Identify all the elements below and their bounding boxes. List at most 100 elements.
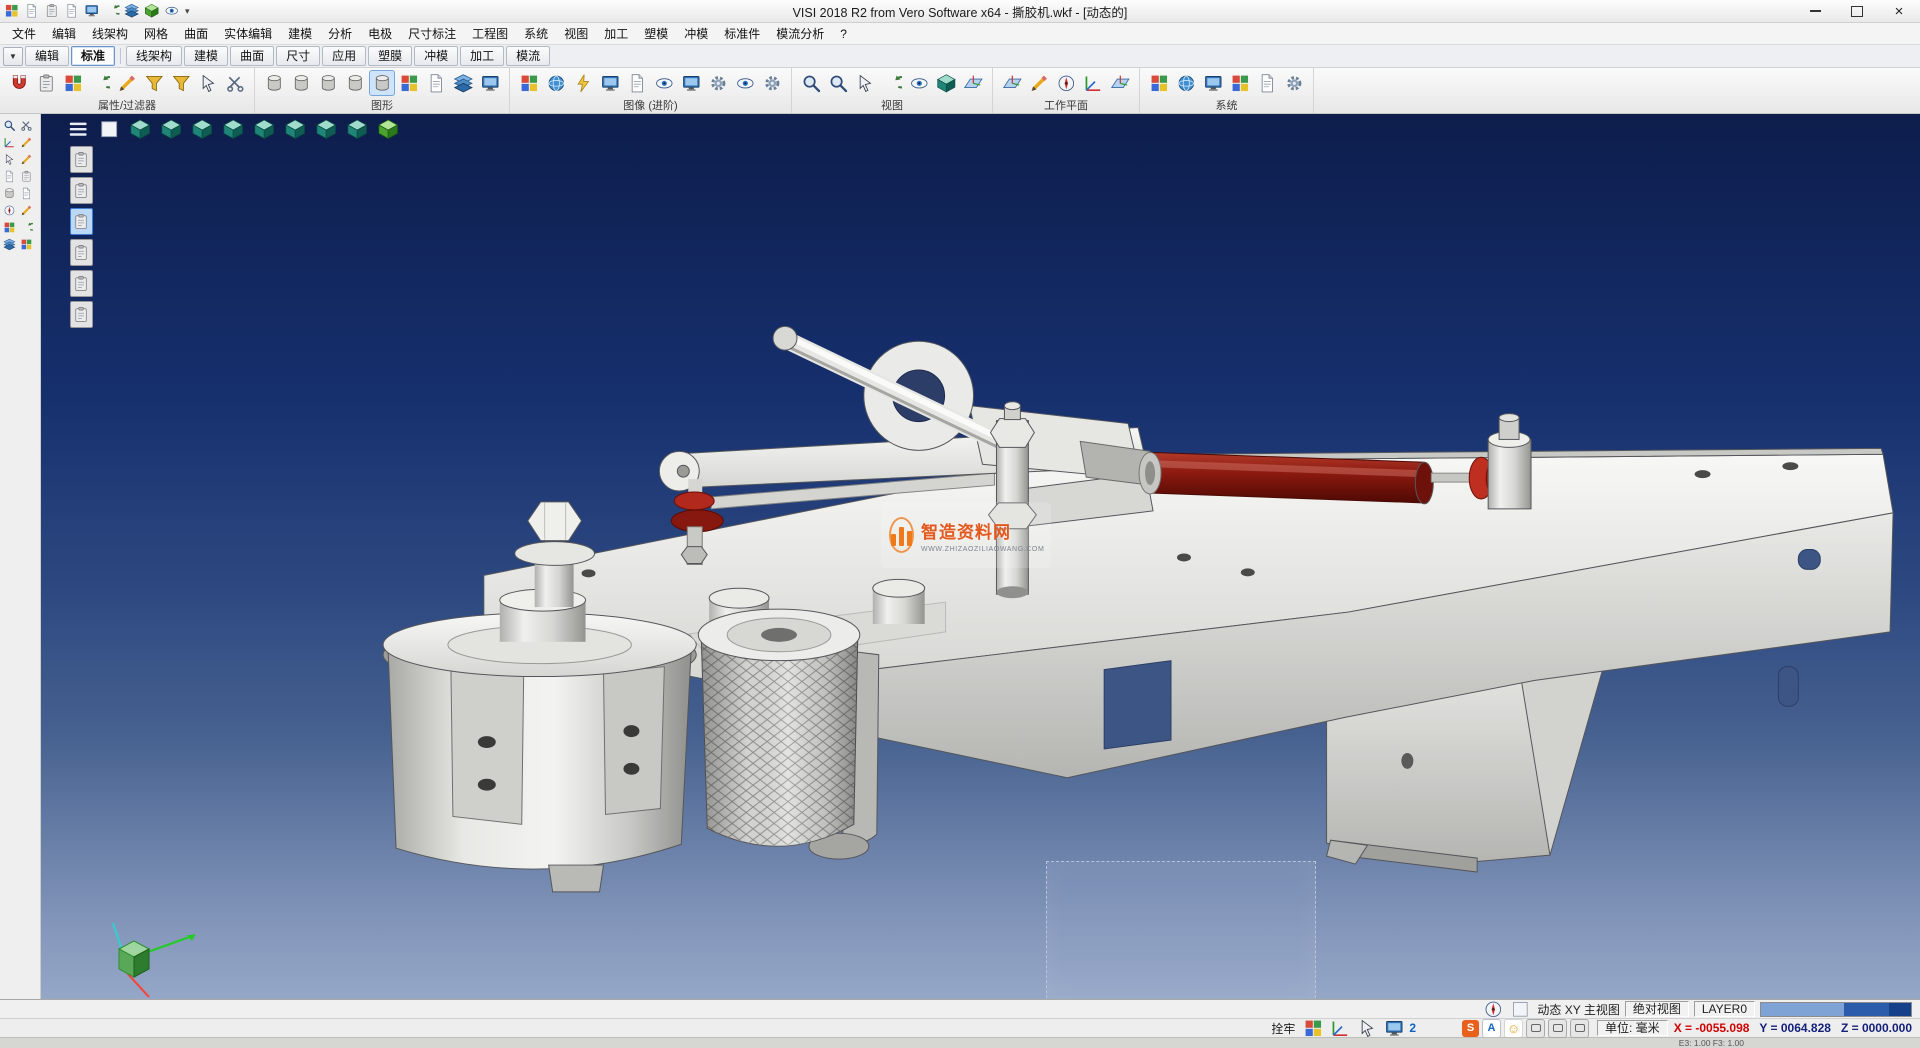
- render-settings-icon[interactable]: [478, 71, 502, 95]
- ime-toolbox-icon[interactable]: [1570, 1019, 1589, 1038]
- axon-view-5-icon[interactable]: [251, 116, 277, 142]
- viewport[interactable]: 智造资料网 WWW.ZHIZAOZILIAOWANG.COM: [41, 114, 1920, 999]
- minimize-button[interactable]: [1794, 1, 1836, 22]
- open-file-icon[interactable]: [43, 2, 61, 20]
- hatch-icon[interactable]: [2, 220, 17, 235]
- tab-surface[interactable]: 曲面: [230, 46, 274, 66]
- glasses-icon[interactable]: [907, 71, 931, 95]
- material-icon[interactable]: [544, 71, 568, 95]
- zoom-window-icon[interactable]: [826, 71, 850, 95]
- trim-scissors-icon[interactable]: [19, 118, 34, 133]
- axon-view-8-icon[interactable]: [344, 116, 370, 142]
- new-document-icon[interactable]: [23, 2, 41, 20]
- shaded-iso-view-icon[interactable]: [375, 116, 401, 142]
- solid-cylinder-icon[interactable]: [2, 186, 17, 201]
- filter-selection-icon[interactable]: [196, 71, 220, 95]
- menu-item-moldflow[interactable]: 模流分析: [768, 23, 832, 44]
- menu-item-wireframe[interactable]: 线架构: [84, 23, 136, 44]
- ime-language-icon[interactable]: A: [1482, 1019, 1501, 1038]
- menu-item-drafting[interactable]: 工程图: [464, 23, 516, 44]
- plan-view-icon[interactable]: [96, 116, 122, 142]
- axon-view-4-icon[interactable]: [220, 116, 246, 142]
- menu-item-solid-edit[interactable]: 实体编辑: [216, 23, 280, 44]
- paint-icon[interactable]: [19, 237, 34, 252]
- axon-view-6-icon[interactable]: [282, 116, 308, 142]
- preview-icon[interactable]: [163, 2, 181, 20]
- dimension-icon[interactable]: [19, 203, 34, 218]
- import-icon[interactable]: [103, 2, 121, 20]
- tab-application[interactable]: 应用: [322, 46, 366, 66]
- align-plane-icon[interactable]: [1108, 71, 1132, 95]
- tab-dimension[interactable]: 尺寸: [276, 46, 320, 66]
- workspace-icon[interactable]: [143, 2, 161, 20]
- tab-die[interactable]: 冲模: [414, 46, 458, 66]
- close-button[interactable]: ×: [1878, 1, 1920, 22]
- origin-axes-icon[interactable]: [1081, 71, 1105, 95]
- snapshot-icon[interactable]: [679, 71, 703, 95]
- swap-attributes-icon[interactable]: [88, 71, 112, 95]
- grid-settings-icon[interactable]: [1228, 71, 1252, 95]
- selection-list-4-icon[interactable]: [70, 239, 93, 266]
- menu-item-machining[interactable]: 加工: [596, 23, 636, 44]
- texture-icon[interactable]: [517, 71, 541, 95]
- bounding-box-icon[interactable]: [397, 71, 421, 95]
- hidden-line-icon[interactable]: [316, 71, 340, 95]
- animation-icon[interactable]: [706, 71, 730, 95]
- menu-item-system[interactable]: 系统: [516, 23, 556, 44]
- notification-badge[interactable]: 2: [1406, 1021, 1419, 1035]
- title-bar[interactable]: ▾ VISI 2018 R2 from Vero Software x64 - …: [0, 0, 1920, 23]
- system-gear-icon[interactable]: [1282, 71, 1306, 95]
- selection-list-2-icon[interactable]: [70, 177, 93, 204]
- tab-dropdown-button[interactable]: ▼: [3, 47, 23, 66]
- wireframe-mode-icon[interactable]: [262, 71, 286, 95]
- compass-icon[interactable]: [1054, 71, 1078, 95]
- selection-list-1-icon[interactable]: [70, 146, 93, 173]
- zoom-all-icon[interactable]: [799, 71, 823, 95]
- layer-stack-icon[interactable]: [451, 71, 475, 95]
- active-layer-cell[interactable]: LAYER0: [1694, 1001, 1755, 1017]
- absolute-view-cell[interactable]: 绝对视图: [1625, 1001, 1689, 1017]
- ghost-mode-icon[interactable]: [343, 71, 367, 95]
- clipboard-icon[interactable]: [19, 169, 34, 184]
- background-icon[interactable]: [625, 71, 649, 95]
- menu-item-modeling[interactable]: 建模: [280, 23, 320, 44]
- sheet-icon[interactable]: [2, 169, 17, 184]
- layers-icon[interactable]: [2, 237, 17, 252]
- edit-attributes-icon[interactable]: [115, 71, 139, 95]
- axon-view-2-icon[interactable]: [158, 116, 184, 142]
- filter-icon[interactable]: [142, 71, 166, 95]
- move-cursor-icon[interactable]: [2, 152, 17, 167]
- tab-moldflow[interactable]: 模流: [506, 46, 550, 66]
- layers-manager-icon[interactable]: [123, 2, 141, 20]
- rotate-view-icon[interactable]: [880, 71, 904, 95]
- axon-view-3-icon[interactable]: [189, 116, 215, 142]
- tab-standard[interactable]: 标准: [71, 46, 115, 66]
- shadow-icon[interactable]: [598, 71, 622, 95]
- tab-modeling[interactable]: 建模: [184, 46, 228, 66]
- highlight-mode-icon[interactable]: [370, 71, 394, 95]
- menu-item-mesh[interactable]: 网格: [136, 23, 176, 44]
- magnet-icon[interactable]: [7, 71, 31, 95]
- maximize-button[interactable]: [1836, 1, 1878, 22]
- monitor-icon[interactable]: [1201, 71, 1225, 95]
- view-mode-label[interactable]: 动态 XY 主视图: [1537, 1001, 1619, 1018]
- drawing-sheet-icon[interactable]: [424, 71, 448, 95]
- app-icon[interactable]: [3, 2, 21, 20]
- sketch-pencil-icon[interactable]: [19, 135, 34, 150]
- view-cube-icon[interactable]: [934, 71, 958, 95]
- tab-molding[interactable]: 塑膜: [368, 46, 412, 66]
- menu-item-analysis[interactable]: 分析: [320, 23, 360, 44]
- print-icon[interactable]: [83, 2, 101, 20]
- match-color-icon[interactable]: [61, 71, 85, 95]
- undo-icon[interactable]: [19, 220, 34, 235]
- axon-view-1-icon[interactable]: [127, 116, 153, 142]
- menu-item-die[interactable]: 冲模: [676, 23, 716, 44]
- properties-icon[interactable]: [34, 71, 58, 95]
- globe-icon[interactable]: [1174, 71, 1198, 95]
- edit-pen-icon[interactable]: [19, 152, 34, 167]
- menu-item-edit[interactable]: 编辑: [44, 23, 84, 44]
- selection-list-3-icon[interactable]: [70, 208, 93, 235]
- snap-lock-label[interactable]: 拴牢: [1271, 1020, 1295, 1037]
- menu-item-file[interactable]: 文件: [4, 23, 44, 44]
- microphone-icon[interactable]: [1526, 1019, 1545, 1038]
